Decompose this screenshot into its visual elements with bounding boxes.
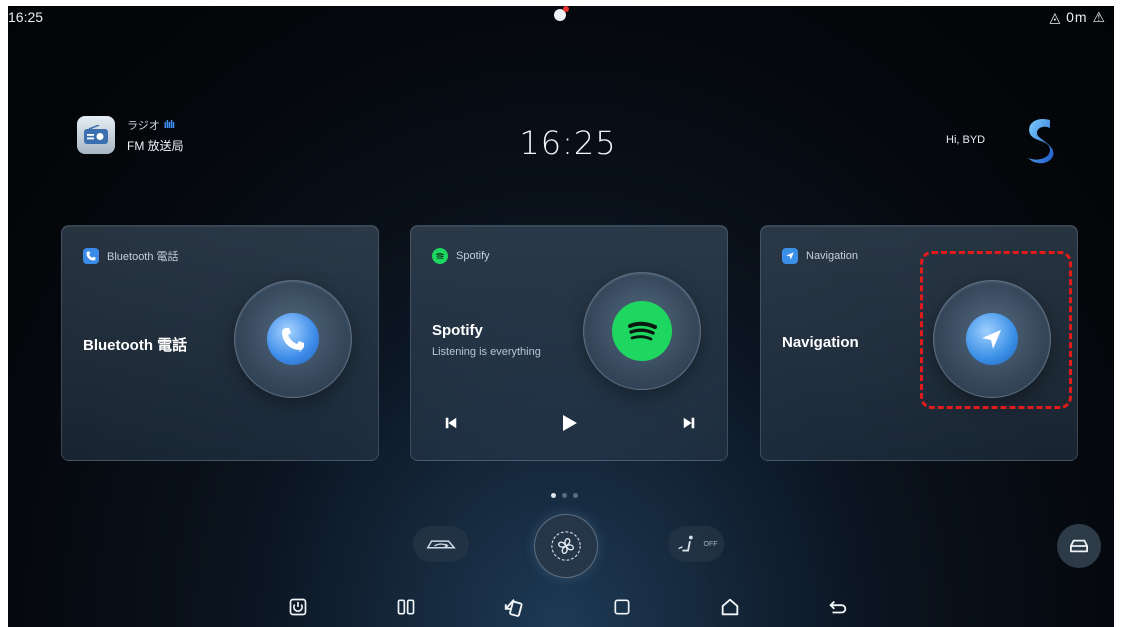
navigation-bar (8, 587, 1114, 627)
page-dot[interactable] (562, 493, 567, 498)
back-button[interactable] (824, 593, 852, 621)
spotify-icon (612, 301, 672, 361)
recent-apps-icon (614, 599, 630, 615)
play-icon[interactable] (557, 411, 581, 435)
greeting: Hi, BYD (946, 134, 986, 146)
rotate-screen-icon (504, 599, 523, 617)
split-screen-icon (397, 599, 415, 615)
spotify-card-title: Spotify (432, 322, 483, 339)
spotify-card-header: Spotify (456, 250, 490, 262)
recirculation-icon (426, 540, 456, 549)
power-icon (289, 598, 307, 616)
seat-heat-label: OFF (703, 540, 718, 548)
bluetooth-card-title: Bluetooth 電話 (83, 337, 188, 354)
radio-station: FM 放送局 (127, 138, 184, 153)
bluetooth-card-header: Bluetooth 電話 (107, 251, 179, 263)
car-icon (1070, 539, 1089, 553)
car-head-unit-screen: 16:25 ◬ 0m ⚠ ラジオ ılılı FM 放送局 16:25 Hi, B… (8, 6, 1114, 627)
navigation-card-header: Navigation (806, 250, 858, 262)
page-dot[interactable] (573, 493, 578, 498)
radio-title: ラジオ (127, 119, 160, 132)
status-bar: 16:25 ◬ 0m ⚠ (8, 6, 1114, 28)
highlight-box (920, 251, 1072, 409)
fan-button[interactable] (534, 514, 598, 578)
notification-icon[interactable] (554, 6, 569, 21)
status-time: 16:25 (8, 9, 44, 25)
home-button[interactable] (716, 593, 744, 621)
back-icon (829, 600, 847, 614)
rotate-screen-button[interactable] (500, 593, 528, 621)
recent-apps-button[interactable] (608, 593, 636, 621)
radio-icon (77, 116, 115, 154)
assistant-icon[interactable] (1020, 114, 1060, 166)
phone-icon: ᛒ (267, 313, 319, 365)
equalizer-icon: ılılı (163, 118, 175, 131)
spotify-card[interactable]: Spotify Spotify Listening is everything (410, 225, 728, 461)
home-icon (721, 598, 739, 616)
next-track-icon[interactable] (679, 413, 699, 433)
status-indicators: ◬ 0m ⚠ (1049, 9, 1106, 25)
previous-track-icon[interactable] (441, 413, 461, 433)
svg-text:ᛒ: ᛒ (298, 343, 303, 354)
power-button[interactable] (284, 593, 312, 621)
clock: 16:25 (519, 124, 617, 162)
card-header: Bluetooth 電話 (83, 248, 179, 264)
card-header: Navigation (782, 248, 858, 264)
navigation-arrow-icon (782, 248, 798, 264)
seat-heat-button[interactable]: OFF (668, 526, 724, 562)
seat-heat-icon (677, 535, 693, 552)
spotify-icon (432, 248, 448, 264)
navigation-card-title: Navigation (782, 334, 859, 351)
car-control-button[interactable] (1057, 524, 1101, 568)
spotify-card-subtitle: Listening is everything (432, 346, 541, 358)
phone-icon (83, 248, 99, 264)
bluetooth-phone-card[interactable]: Bluetooth 電話 Bluetooth 電話 ᛒ (61, 225, 379, 461)
card-header: Spotify (432, 248, 490, 264)
recirculation-button[interactable] (413, 526, 469, 562)
page-dot[interactable] (551, 493, 556, 498)
spotify-open-button[interactable] (583, 272, 701, 390)
radio-widget[interactable]: ラジオ ılılı FM 放送局 (77, 116, 184, 154)
page-indicator (551, 493, 578, 498)
bluetooth-phone-button[interactable]: ᛒ (234, 280, 352, 398)
split-screen-button[interactable] (392, 593, 420, 621)
fan-icon (551, 531, 581, 561)
